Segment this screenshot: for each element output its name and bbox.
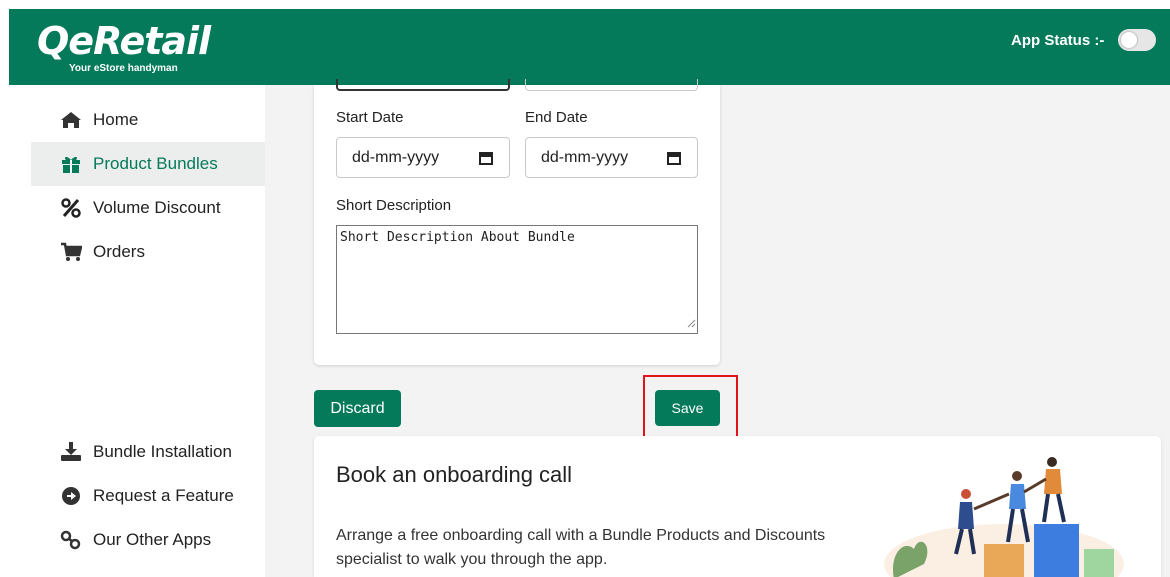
link-icon xyxy=(59,530,83,550)
sidebar-item-orders[interactable]: Orders xyxy=(31,230,265,274)
logo-tagline: Your eStore handyman xyxy=(69,63,178,74)
sidebar-item-other-apps[interactable]: Our Other Apps xyxy=(31,518,265,562)
arrow-circle-right-icon xyxy=(59,486,83,506)
short-description-value: Short Description About Bundle xyxy=(340,230,575,245)
app-status-label: App Status :- xyxy=(1011,32,1105,49)
start-date-input[interactable]: dd-mm-yyyy xyxy=(336,137,510,178)
start-date-label: Start Date xyxy=(336,109,404,126)
sidebar-item-request-feature[interactable]: Request a Feature xyxy=(31,474,265,518)
sidebar-item-home[interactable]: Home xyxy=(31,98,265,142)
top-bar: QeRetail Your eStore handyman App Status… xyxy=(9,9,1170,85)
sidebar-item-label: Product Bundles xyxy=(93,154,218,173)
sidebar-item-bundle-installation[interactable]: Bundle Installation xyxy=(31,430,265,474)
onboarding-card: Book an onboarding call Arrange a free o… xyxy=(314,436,1161,577)
calendar-icon[interactable] xyxy=(667,151,681,170)
download-icon xyxy=(59,442,83,462)
sidebar-item-label: Request a Feature xyxy=(93,486,234,505)
save-button[interactable]: Save xyxy=(655,390,720,426)
previous-field-left[interactable] xyxy=(336,79,510,91)
sidebar-item-label: Home xyxy=(93,110,139,129)
end-date-label: End Date xyxy=(525,109,588,126)
resize-grip-icon[interactable] xyxy=(687,317,696,332)
logo[interactable]: QeRetail Your eStore handyman xyxy=(37,19,211,74)
logo-text: QeRetail xyxy=(37,19,211,63)
sidebar-item-label: Bundle Installation xyxy=(93,442,232,461)
toggle-knob xyxy=(1121,32,1137,48)
sidebar-item-label: Orders xyxy=(93,242,145,261)
start-date-placeholder: dd-mm-yyyy xyxy=(352,148,440,166)
sidebar-item-product-bundles[interactable]: Product Bundles xyxy=(31,142,265,186)
previous-field-right[interactable] xyxy=(525,79,698,91)
end-date-placeholder: dd-mm-yyyy xyxy=(541,148,629,166)
sidebar-item-label: Our Other Apps xyxy=(93,530,212,549)
calendar-icon[interactable] xyxy=(479,151,493,170)
sidebar-item-label: Volume Discount xyxy=(93,198,221,217)
end-date-input[interactable]: dd-mm-yyyy xyxy=(525,137,698,178)
gift-icon xyxy=(59,154,83,174)
short-description-textarea[interactable]: Short Description About Bundle xyxy=(336,225,698,334)
app-status-toggle[interactable] xyxy=(1118,29,1156,51)
onboarding-title: Book an onboarding call xyxy=(336,462,573,487)
home-icon xyxy=(59,110,83,130)
bundle-form-card: Start Date End Date dd-mm-yyyy dd-mm-yyy… xyxy=(314,79,720,365)
sidebar-item-volume-discount[interactable]: Volume Discount xyxy=(31,186,265,230)
sidebar: Home Product Bundles Volume Discount Ord… xyxy=(31,98,265,577)
onboarding-text: Arrange a free onboarding call with a Bu… xyxy=(336,527,826,568)
short-description-label: Short Description xyxy=(336,197,452,214)
cart-icon xyxy=(59,242,83,262)
discard-button[interactable]: Discard xyxy=(314,390,401,427)
team-climbing-illustration xyxy=(884,457,1124,577)
percent-icon xyxy=(59,198,83,218)
